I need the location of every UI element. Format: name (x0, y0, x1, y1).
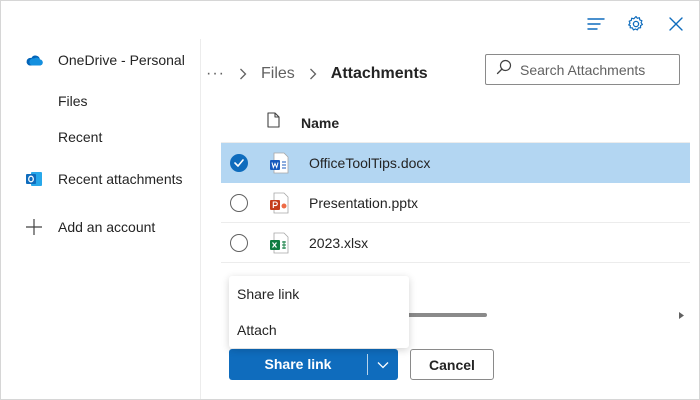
sidebar-item-files[interactable]: Files (1, 86, 201, 116)
onedrive-cloud-icon (24, 50, 44, 70)
file-name: OfficeToolTips.docx (309, 154, 431, 171)
file-row[interactable]: OfficeToolTips.docx (221, 143, 690, 183)
search-input[interactable] (520, 61, 670, 78)
powerpoint-icon (269, 192, 289, 214)
sidebar-item-label: OneDrive - Personal (58, 52, 185, 68)
document-icon (267, 112, 281, 133)
file-select-radio[interactable] (230, 153, 248, 172)
cancel-button[interactable]: Cancel (410, 349, 494, 380)
share-dropdown-menu: Share link Attach (229, 276, 409, 348)
breadcrumb-overflow-button[interactable]: ··· (206, 65, 225, 83)
close-icon[interactable] (665, 13, 687, 35)
sidebar-item-recent-attachments[interactable]: Recent attachments (1, 164, 201, 194)
horizontal-scrollbar-thumb[interactable] (405, 313, 487, 317)
file-list: Name OfficeToolTips.docx Presentation.pp… (221, 103, 690, 263)
file-row[interactable]: Presentation.pptx (221, 183, 690, 223)
sidebar: OneDrive - Personal Files Recent Recent … (1, 39, 201, 399)
sidebar-item-label: Add an account (58, 219, 156, 235)
menu-item-share-link[interactable]: Share link (229, 276, 409, 312)
file-row[interactable]: 2023.xlsx (221, 223, 690, 263)
page-title: Attachments (330, 65, 428, 82)
checkmark-icon (234, 158, 244, 167)
sidebar-item-label: Recent attachments (58, 171, 183, 187)
outlook-icon (24, 169, 44, 189)
sidebar-item-onedrive[interactable]: OneDrive - Personal (1, 45, 201, 75)
list-icon[interactable] (585, 13, 607, 35)
search-icon (496, 59, 512, 80)
scroll-right-arrow-icon[interactable] (677, 310, 685, 320)
name-column-header[interactable]: Name (301, 115, 339, 131)
file-select-radio[interactable] (230, 193, 248, 212)
menu-item-attach[interactable]: Attach (229, 312, 409, 348)
chevron-right-icon (309, 68, 317, 80)
chevron-right-icon (239, 68, 247, 80)
file-select-radio[interactable] (230, 233, 248, 252)
top-toolbar (585, 13, 687, 35)
list-header: Name (221, 103, 690, 143)
file-name: 2023.xlsx (309, 234, 369, 251)
sidebar-item-recent[interactable]: Recent (1, 122, 201, 152)
word-icon (269, 152, 289, 174)
sidebar-item-label: Files (58, 93, 88, 109)
sidebar-item-label: Recent (58, 129, 103, 145)
attachment-picker-window: OneDrive - Personal Files Recent Recent … (0, 0, 700, 400)
share-link-button[interactable]: Share link (229, 349, 367, 380)
sidebar-item-add-account[interactable]: Add an account (1, 212, 201, 242)
search-box[interactable] (485, 54, 680, 85)
share-link-split-button: Share link (229, 349, 398, 380)
chevron-down-icon[interactable] (368, 349, 398, 380)
plus-icon (24, 217, 44, 237)
breadcrumb-files-link[interactable]: Files (261, 65, 295, 83)
file-name: Presentation.pptx (309, 194, 418, 211)
breadcrumb: ··· Files Attachments (206, 59, 428, 89)
gear-icon[interactable] (625, 13, 647, 35)
excel-icon (269, 232, 289, 254)
